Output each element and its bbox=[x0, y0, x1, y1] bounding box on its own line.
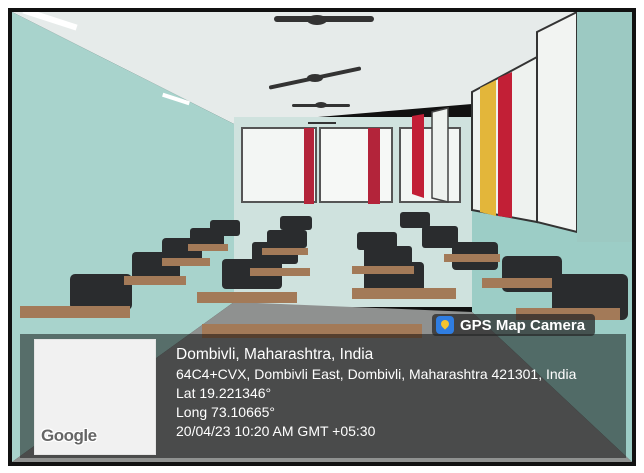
gps-camera-icon bbox=[436, 316, 454, 334]
address-line: 64C4+CVX, Dombivli East, Dombivli, Mahar… bbox=[176, 366, 577, 382]
location-info: Dombivli, Maharashtra, India 64C4+CVX, D… bbox=[176, 344, 576, 441]
city-line: Dombivli, Maharashtra, India bbox=[176, 346, 374, 363]
brand-label: GPS Map Camera bbox=[460, 316, 586, 334]
longitude-line: Long 73.10665° bbox=[176, 404, 276, 420]
gps-map-camera-badge: GPS Map Camera bbox=[432, 314, 596, 336]
google-logo: Google bbox=[41, 426, 97, 445]
latitude-line: Lat 19.221346° bbox=[176, 385, 272, 401]
map-thumbnail: Google bbox=[34, 339, 156, 455]
timestamp-line: 20/04/23 10:20 AM GMT +05:30 bbox=[176, 423, 376, 439]
